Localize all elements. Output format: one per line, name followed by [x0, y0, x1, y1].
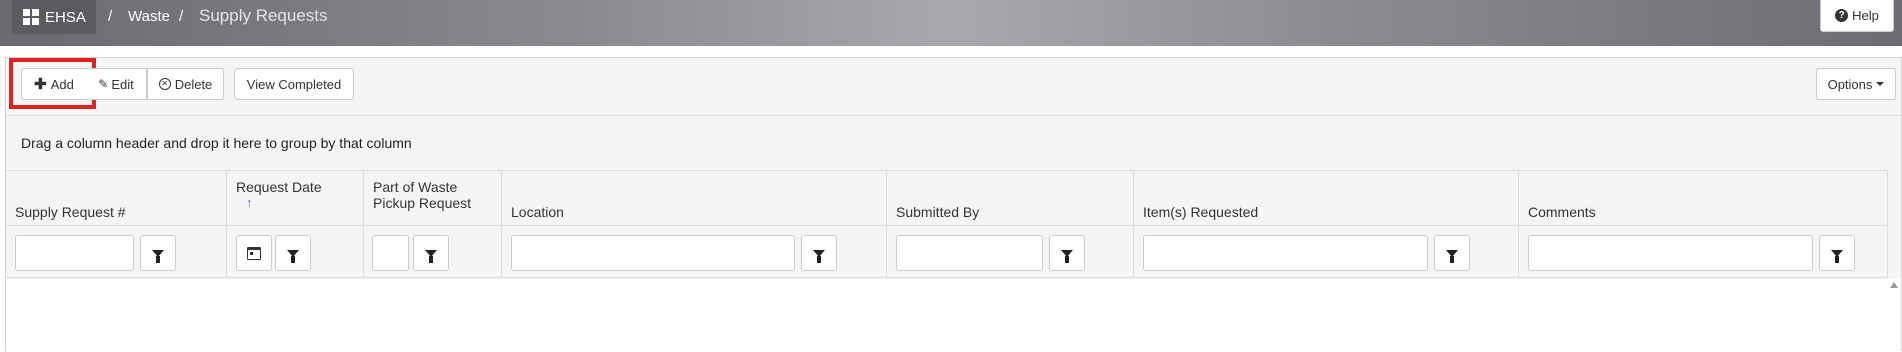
column-header-request-date[interactable]: Request Date ↑ — [227, 171, 364, 227]
filter-button[interactable] — [413, 235, 449, 271]
filter-button[interactable] — [1819, 235, 1855, 271]
filter-row — [6, 226, 1901, 278]
filter-input-comments[interactable] — [1528, 235, 1813, 271]
group-drop-area[interactable]: Drag a column header and drop it here to… — [21, 135, 412, 151]
delete-label: Delete — [174, 76, 213, 92]
filter-input-supply-request-number[interactable] — [15, 235, 134, 271]
grid-icon — [23, 9, 39, 25]
funnel-icon — [1831, 249, 1843, 263]
funnel-icon — [813, 249, 825, 263]
breadcrumb-separator: / — [108, 8, 113, 25]
column-header-location[interactable]: Location — [502, 171, 887, 227]
delete-button[interactable]: ✕ Delete — [147, 68, 224, 100]
filter-cell-request-date — [227, 226, 364, 278]
brand-home-link[interactable]: EHSA — [12, 0, 96, 34]
filter-input-submitted-by[interactable] — [896, 235, 1043, 271]
header-scrollbar-gutter — [1887, 170, 1901, 278]
grid-body — [6, 279, 1901, 352]
brand-label: EHSA — [45, 8, 86, 26]
filter-button[interactable] — [1049, 235, 1085, 271]
filter-button[interactable] — [801, 235, 837, 271]
column-header-items-requested[interactable]: Item(s) Requested — [1134, 171, 1519, 227]
add-button[interactable]: ✚ Add — [21, 68, 87, 100]
funnel-icon — [1061, 249, 1073, 263]
filter-button[interactable] — [140, 235, 176, 271]
filter-button[interactable] — [275, 235, 311, 271]
filter-cell-location — [502, 226, 887, 278]
funnel-icon — [287, 249, 299, 263]
date-picker-button[interactable] — [236, 235, 272, 271]
filter-button[interactable] — [1434, 235, 1470, 271]
calendar-icon — [247, 246, 261, 260]
filter-input-location[interactable] — [511, 235, 795, 271]
scroll-up-arrow-icon[interactable] — [1890, 282, 1898, 288]
view-completed-button[interactable]: View Completed — [234, 68, 354, 100]
edit-label: Edit — [111, 76, 134, 92]
filter-cell-submitted-by — [887, 226, 1134, 278]
plus-icon: ✚ — [34, 76, 47, 93]
sort-ascending-icon: ↑ — [246, 195, 253, 210]
top-bar: EHSA / Waste / Supply Requests ? Help — [0, 0, 1902, 46]
question-circle-icon: ? — [1835, 9, 1849, 22]
column-header-supply-request-number[interactable]: Supply Request # — [6, 171, 227, 227]
pencil-icon: ✎ — [98, 77, 109, 91]
filter-cell-supply-request-number — [6, 226, 227, 278]
grid-toolbar: ✚ Add ✎ Edit ✕ Delete View Completed Opt… — [6, 58, 1901, 116]
breadcrumb-waste-link[interactable]: Waste — [128, 8, 170, 25]
filter-cell-part-of-waste-pickup-request — [364, 226, 502, 278]
filter-input-items-requested[interactable] — [1143, 235, 1428, 271]
filter-cell-comments — [1519, 226, 1889, 278]
filter-cell-items-requested — [1134, 226, 1519, 278]
x-circle-icon: ✕ — [158, 78, 171, 90]
help-label: Help — [1852, 8, 1879, 23]
funnel-icon — [425, 249, 437, 263]
grid-panel: ✚ Add ✎ Edit ✕ Delete View Completed Opt… — [5, 57, 1902, 352]
column-header-row: Supply Request # Request Date ↑ Part of … — [6, 170, 1901, 227]
help-button[interactable]: ? Help — [1820, 0, 1894, 32]
filter-input-part-of-waste-pickup-request[interactable] — [372, 235, 409, 271]
funnel-icon — [1446, 249, 1458, 263]
column-header-comments[interactable]: Comments — [1519, 171, 1889, 227]
edit-button[interactable]: ✎ Edit — [86, 68, 147, 100]
funnel-icon — [152, 249, 164, 263]
options-dropdown-button[interactable]: Options — [1816, 68, 1896, 100]
column-header-submitted-by[interactable]: Submitted By — [887, 171, 1134, 227]
page-title: Supply Requests — [199, 6, 328, 25]
caret-down-icon — [1876, 82, 1885, 86]
column-header-part-of-waste-pickup-request[interactable]: Part of Waste Pickup Request — [364, 171, 502, 227]
add-label: Add — [50, 76, 74, 92]
options-label: Options — [1827, 76, 1873, 92]
breadcrumb-separator: / — [179, 8, 184, 25]
